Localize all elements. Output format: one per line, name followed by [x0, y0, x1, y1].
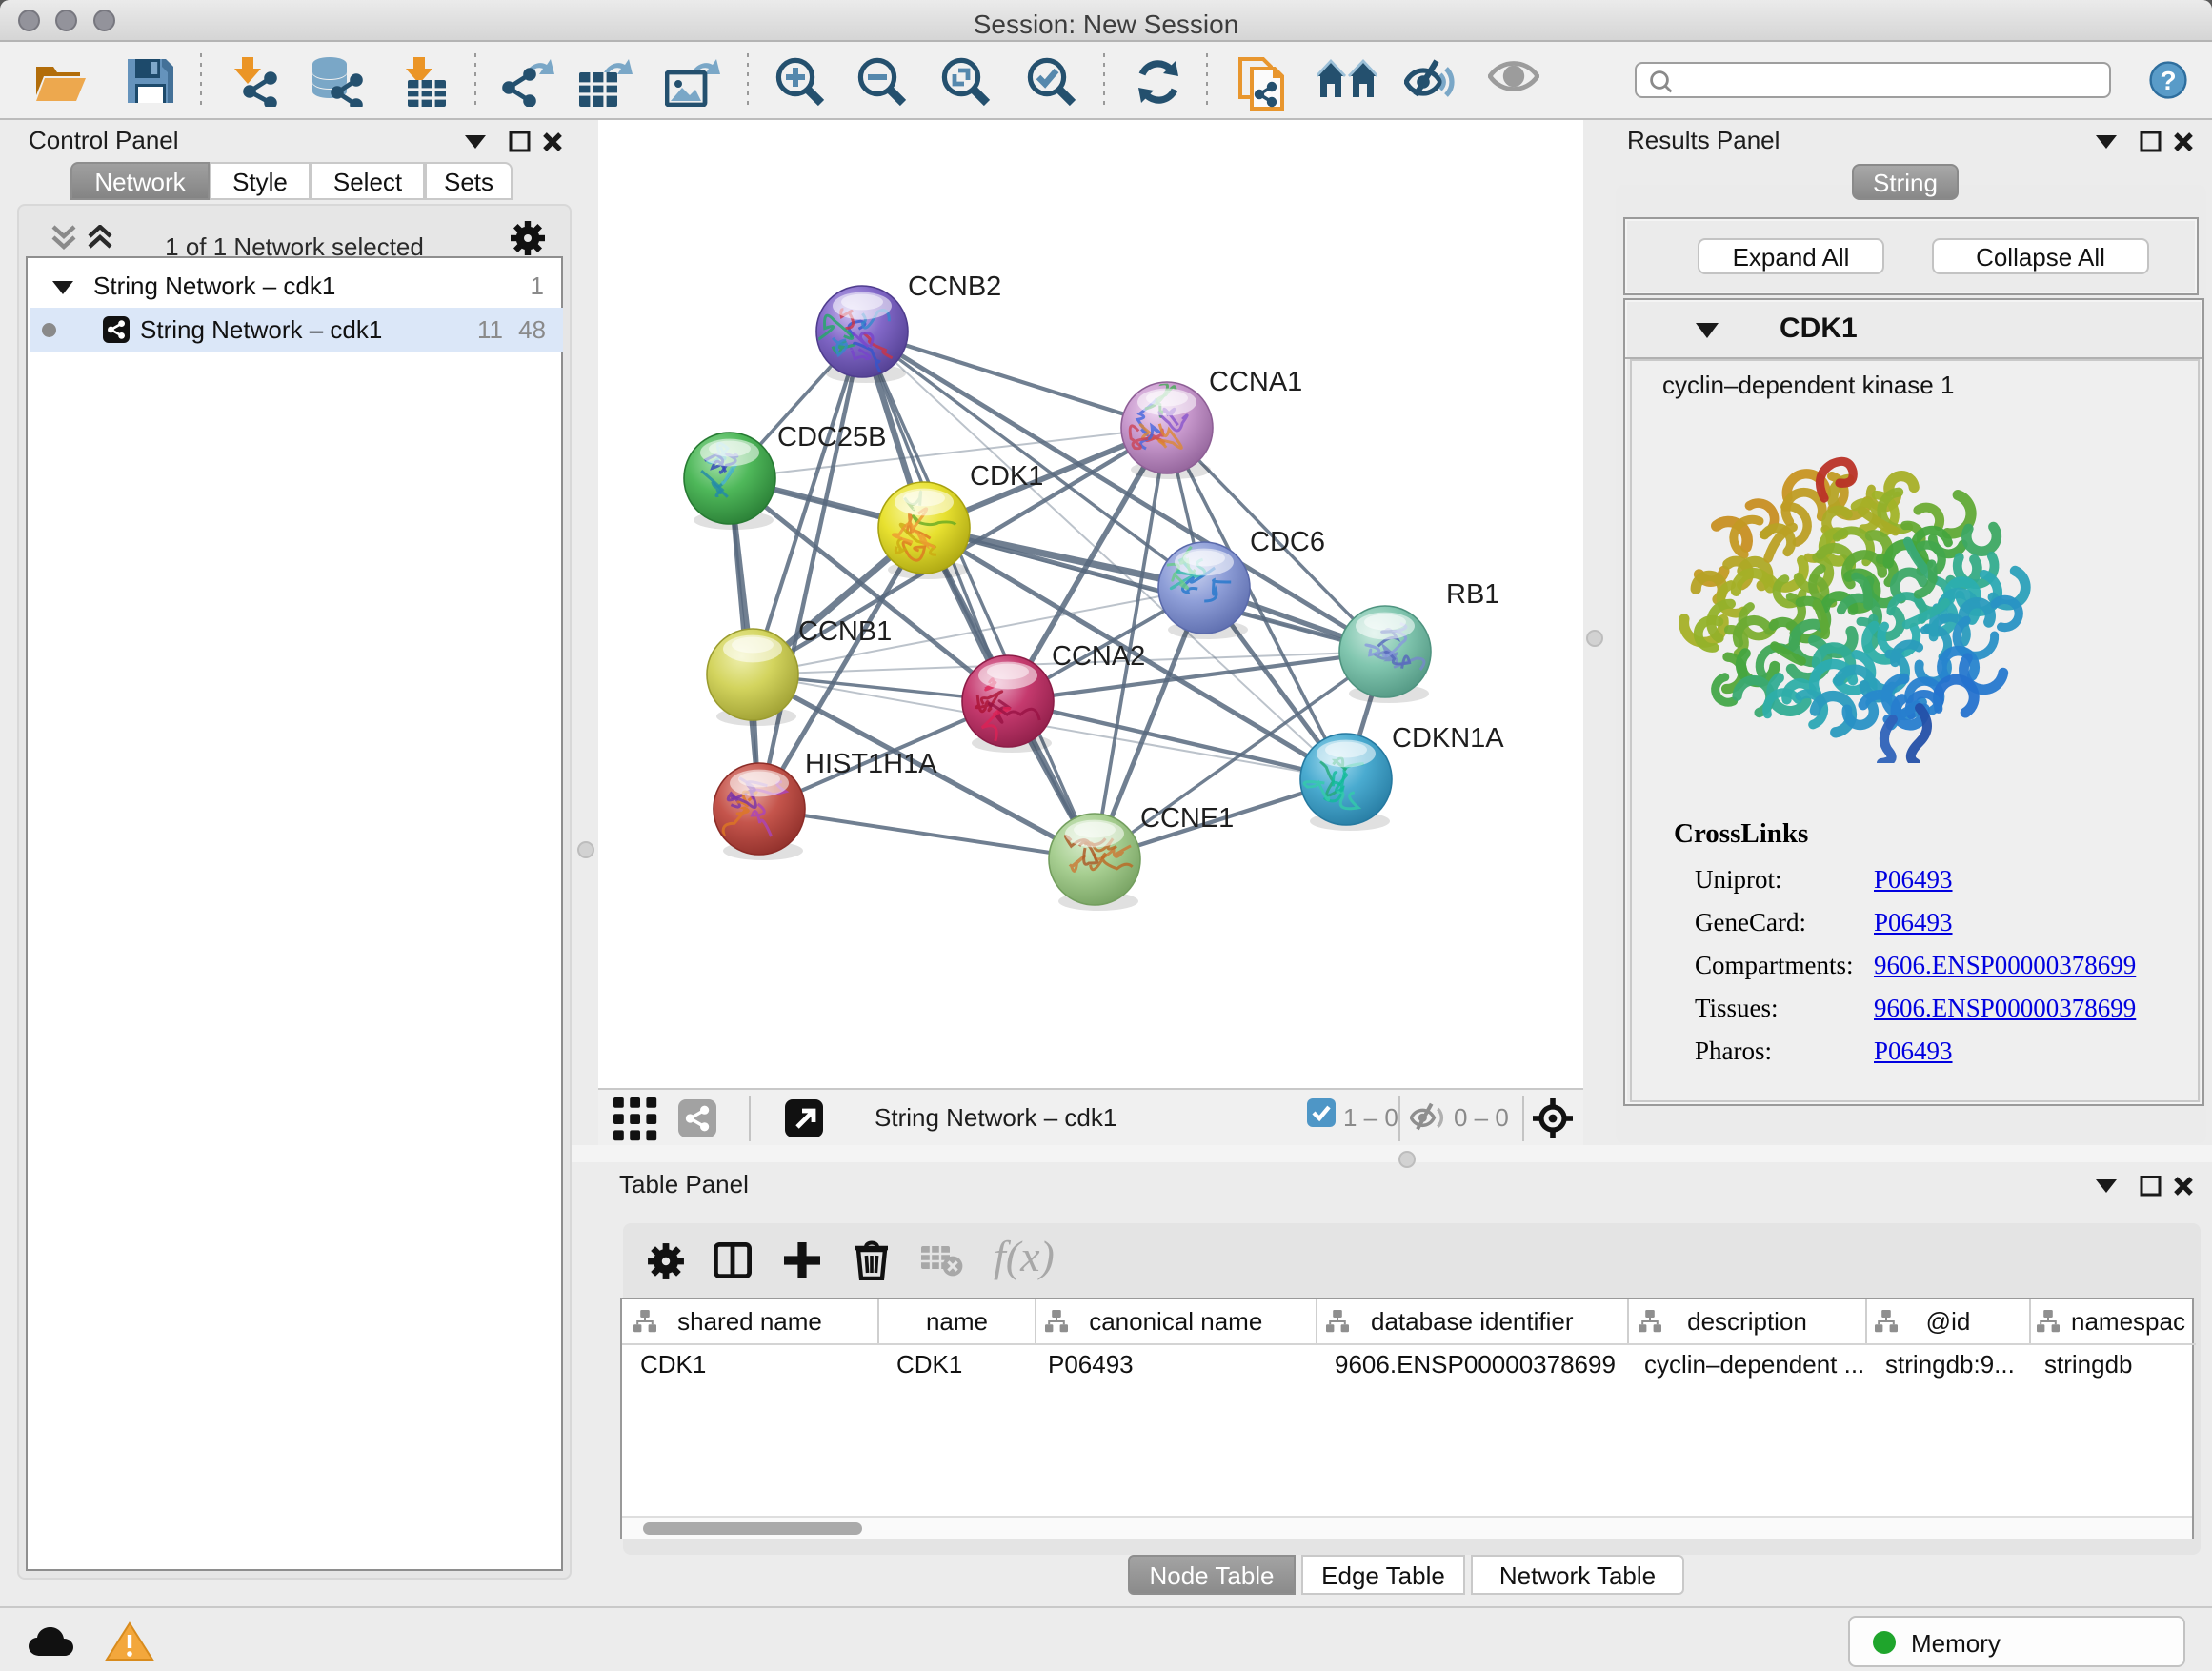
svg-text:CDC6: CDC6: [1250, 527, 1325, 557]
svg-text:CCNB1: CCNB1: [798, 616, 892, 647]
svg-text:HIST1H1A: HIST1H1A: [805, 749, 937, 779]
svg-text:CCNE1: CCNE1: [1140, 803, 1234, 834]
svg-text:?: ?: [2160, 66, 2176, 95]
svg-text:CDK1: CDK1: [970, 461, 1043, 492]
svg-text:CCNB2: CCNB2: [908, 272, 1001, 302]
svg-text:CDC25B: CDC25B: [777, 422, 886, 453]
svg-text:CDKN1A: CDKN1A: [1392, 723, 1504, 754]
svg-text:CCNA2: CCNA2: [1052, 641, 1145, 672]
svg-text:CCNA1: CCNA1: [1209, 367, 1302, 397]
svg-text:RB1: RB1: [1446, 579, 1499, 610]
